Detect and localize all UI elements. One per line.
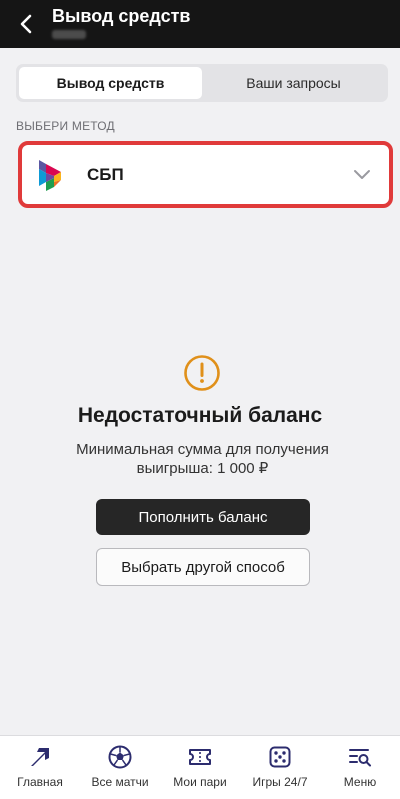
ticket-icon [189, 749, 211, 765]
nav-item-my-bets[interactable]: Мои пари [160, 736, 240, 799]
minimum-amount-text: Минимальная сумма для получения выигрыша… [76, 441, 329, 477]
nav-label-all-matches: Все матчи [91, 775, 149, 789]
selected-method-label: СБП [87, 165, 124, 184]
method-dropdown[interactable]: СБП [18, 141, 393, 208]
chevron-down-icon [354, 170, 370, 179]
chevron-left-icon [20, 14, 32, 34]
tab-your-requests[interactable]: Ваши запросы [202, 67, 385, 99]
nav-label-games: Игры 24/7 [252, 775, 308, 789]
back-button[interactable] [8, 6, 44, 42]
insufficient-balance-title: Недостаточный баланс [77, 404, 323, 427]
menu-search-icon [349, 749, 371, 767]
bottom-navigation: Главная Все матчи Мои пари Игры 24/7 Мен… [0, 735, 400, 799]
dice-icon [269, 746, 291, 768]
nav-item-all-matches[interactable]: Все матчи [80, 736, 160, 799]
exclamation-circle-icon [184, 355, 220, 391]
sbp-logo [39, 160, 61, 191]
method-section-label: ВЫБЕРИ МЕТОД [16, 119, 115, 133]
nav-label-my-bets: Мои пари [173, 775, 227, 789]
top-bar: Вывод средств [0, 0, 400, 48]
top-up-balance-button[interactable]: Пополнить баланс [96, 499, 310, 535]
page-title: Вывод средств [52, 6, 191, 26]
account-subtitle-blurred [52, 30, 86, 39]
nav-item-menu[interactable]: Меню [320, 736, 400, 799]
choose-other-method-button[interactable]: Выбрать другой способ [96, 548, 310, 586]
nav-label-home: Главная [17, 775, 63, 789]
nav-item-games[interactable]: Игры 24/7 [240, 736, 320, 799]
tab-withdraw[interactable]: Вывод средств [19, 67, 202, 99]
nav-item-home[interactable]: Главная [0, 736, 80, 799]
home-arrow-icon [31, 748, 49, 766]
soccer-ball-icon [108, 745, 132, 769]
nav-label-menu: Меню [343, 775, 377, 789]
tab-switcher: Вывод средств Ваши запросы [16, 64, 388, 102]
